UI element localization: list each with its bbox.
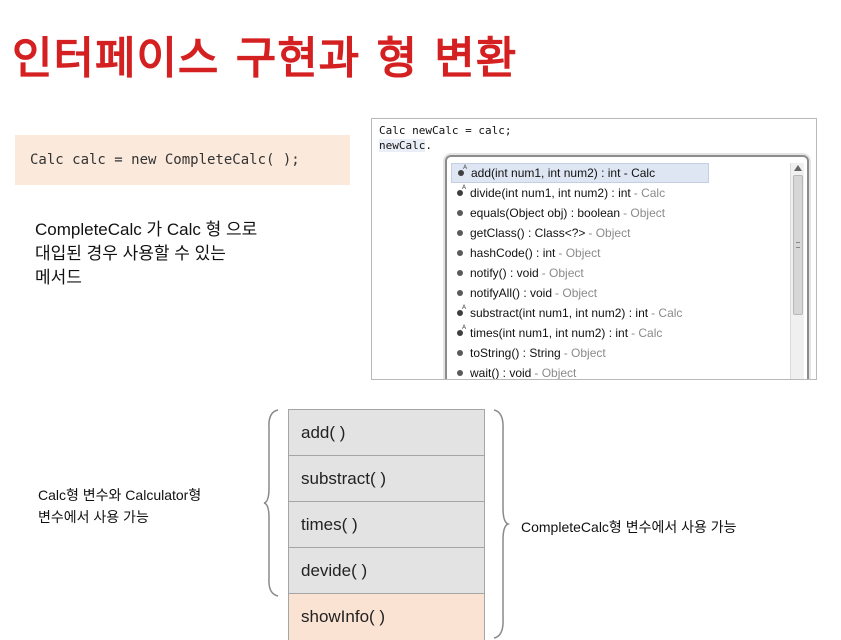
- autocomplete-item-tostring[interactable]: toString() : String - Object: [451, 343, 787, 363]
- item-owner: - Calc: [631, 326, 663, 340]
- method-icon: [457, 230, 463, 236]
- method-icon: [457, 210, 463, 216]
- item-owner: - Object: [534, 366, 577, 380]
- method-showinfo: showInfo( ): [289, 594, 484, 640]
- method-icon: [457, 250, 463, 256]
- abstract-method-icon: [457, 184, 466, 196]
- method-add: add( ): [289, 410, 484, 456]
- right-brace-icon: [493, 409, 510, 639]
- abstract-method-icon: [457, 324, 466, 336]
- code-line-1: Calc newCalc = calc;: [379, 124, 512, 137]
- scroll-up-arrow-icon[interactable]: [794, 165, 802, 171]
- code-line-2: newCalc.: [379, 139, 432, 152]
- item-signature: toString() : String: [470, 346, 561, 360]
- autocomplete-item-divide[interactable]: divide(int num1, int num2) : int - Calc: [451, 183, 787, 203]
- grip-icon: [796, 242, 800, 248]
- right-brace-label: CompleteCalc형 변수에서 사용 가능: [521, 519, 737, 535]
- description-line-2: 대입된 경우 사용할 수 있는: [35, 244, 226, 263]
- method-label: devide( ): [301, 560, 368, 580]
- item-owner: - Object: [563, 346, 606, 360]
- left-brace-label: Calc형 변수와 Calculator형 변수에서 사용 가능: [38, 484, 268, 528]
- method-devide: devide( ): [289, 548, 484, 594]
- left-label-line-1: Calc형 변수와 Calculator형: [38, 487, 202, 503]
- method-icon: [457, 290, 463, 296]
- item-signature: add(int num1, int num2) : int - Calc: [471, 166, 656, 180]
- description-line-1: CompleteCalc 가 Calc 형 으로: [35, 220, 258, 239]
- code-snippet: Calc calc = new CompleteCalc( );: [30, 152, 300, 168]
- autocomplete-item-wait[interactable]: wait() : void - Object: [451, 363, 787, 380]
- method-label: substract( ): [301, 468, 387, 488]
- item-signature: substract(int num1, int num2) : int: [470, 306, 649, 320]
- autocomplete-item-getclass[interactable]: getClass() : Class<?> - Object: [451, 223, 787, 243]
- method-icon: [457, 370, 463, 376]
- slide-title: 인터페이스 구현과 형 변환: [12, 33, 518, 84]
- autocomplete-popup: add(int num1, int num2) : int - Calc div…: [445, 155, 809, 380]
- autocomplete-item-equals[interactable]: equals(Object obj) : boolean - Object: [451, 203, 787, 223]
- item-signature: getClass() : Class<?>: [470, 226, 586, 240]
- method-label: times( ): [301, 514, 358, 534]
- item-signature: divide(int num1, int num2) : int: [470, 186, 631, 200]
- abstract-method-icon: [457, 304, 466, 316]
- abstract-method-icon: [458, 164, 467, 176]
- autocomplete-item-substract[interactable]: substract(int num1, int num2) : int - Ca…: [451, 303, 787, 323]
- item-owner: - Calc: [651, 306, 683, 320]
- ide-screenshot: Calc newCalc = calc; newCalc. add(int nu…: [371, 118, 817, 380]
- scroll-thumb[interactable]: [793, 175, 803, 315]
- item-owner: - Object: [541, 266, 584, 280]
- item-owner: - Object: [623, 206, 666, 220]
- autocomplete-item-times[interactable]: times(int num1, int num2) : int - Calc: [451, 323, 787, 343]
- description: CompleteCalc 가 Calc 형 으로 대입된 경우 사용할 수 있는…: [35, 218, 345, 290]
- item-owner: - Object: [588, 226, 631, 240]
- popup-scrollbar[interactable]: [790, 163, 804, 379]
- item-signature: equals(Object obj) : boolean: [470, 206, 621, 220]
- left-brace-icon: [263, 409, 279, 597]
- item-signature: times(int num1, int num2) : int: [470, 326, 629, 340]
- item-owner: - Object: [558, 246, 601, 260]
- method-label: showInfo( ): [301, 607, 386, 626]
- method-stack: add( ) substract( ) times( ) devide( ) s…: [288, 409, 485, 640]
- code-snippet-box: Calc calc = new CompleteCalc( );: [15, 135, 350, 185]
- autocomplete-item-notifyall[interactable]: notifyAll() : void - Object: [451, 283, 787, 303]
- item-owner: - Object: [555, 286, 598, 300]
- autocomplete-item-add[interactable]: add(int num1, int num2) : int - Calc: [451, 163, 709, 183]
- code-line-2-dot: .: [425, 139, 432, 152]
- method-times: times( ): [289, 502, 484, 548]
- item-signature: hashCode() : int: [470, 246, 556, 260]
- method-icon: [457, 350, 463, 356]
- method-substract: substract( ): [289, 456, 484, 502]
- item-signature: wait() : void: [470, 366, 532, 380]
- method-icon: [457, 270, 463, 276]
- code-line-2-variable: newCalc: [379, 139, 426, 152]
- method-label: add( ): [301, 422, 346, 442]
- item-owner: - Calc: [633, 186, 666, 200]
- item-signature: notifyAll() : void: [470, 286, 553, 300]
- autocomplete-list: add(int num1, int num2) : int - Calc div…: [451, 163, 787, 380]
- autocomplete-item-hashcode[interactable]: hashCode() : int - Object: [451, 243, 787, 263]
- autocomplete-item-notify[interactable]: notify() : void - Object: [451, 263, 787, 283]
- left-label-line-2: 변수에서 사용 가능: [38, 509, 149, 525]
- item-signature: notify() : void: [470, 266, 539, 280]
- description-line-3: 메서드: [35, 268, 82, 287]
